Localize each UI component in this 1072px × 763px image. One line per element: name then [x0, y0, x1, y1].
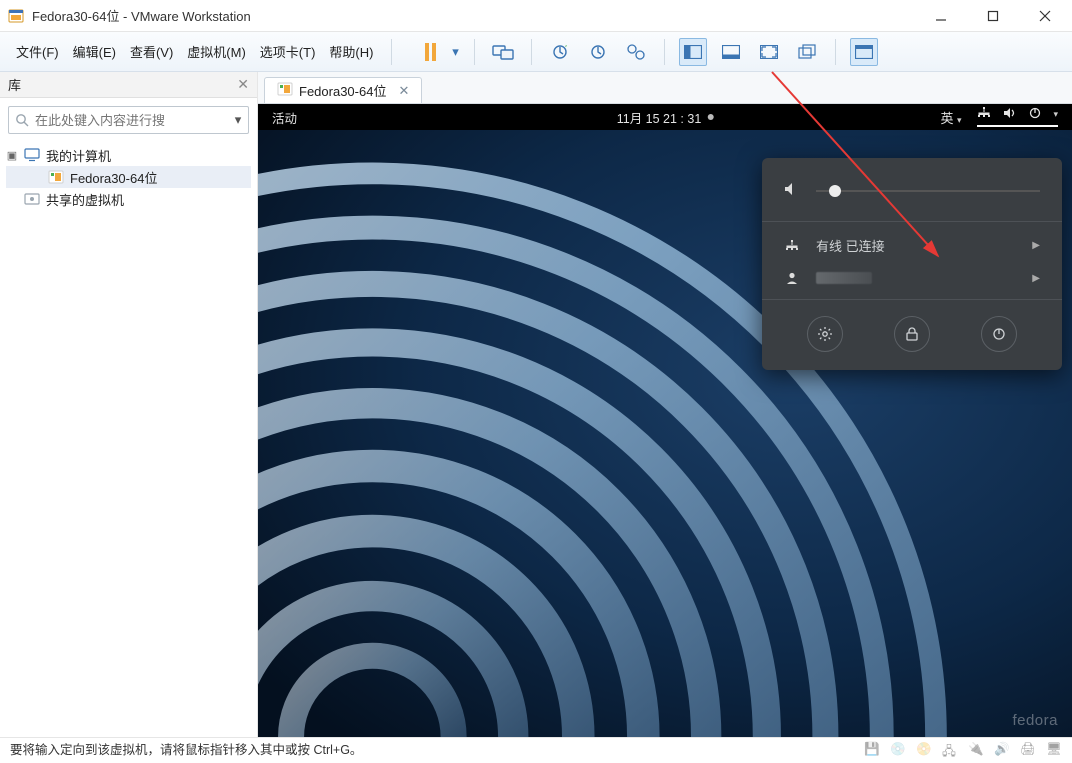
user-icon: [784, 271, 800, 285]
vm-icon: [48, 169, 64, 185]
volume-icon: [1003, 107, 1017, 122]
window-titlebar: Fedora30-64位 - VMware Workstation: [0, 0, 1072, 32]
power-dropdown[interactable]: ▾: [450, 44, 460, 60]
window-title: Fedora30-64位 - VMware Workstation: [32, 6, 926, 25]
menu-file[interactable]: 文件(F): [16, 42, 59, 61]
shared-icon: [24, 191, 40, 207]
snapshot-button[interactable]: [546, 38, 574, 66]
display-device-icon[interactable]: 🖥: [1046, 742, 1062, 756]
vm-tab-label: Fedora30-64位: [299, 81, 386, 100]
printer-icon[interactable]: 🖨: [1020, 742, 1036, 756]
computer-icon: [24, 147, 40, 163]
library-close-button[interactable]: ✕: [237, 76, 249, 93]
thumbnail-bar-button[interactable]: [717, 38, 745, 66]
app-icon: [8, 8, 24, 24]
clock[interactable]: 11月 15 21 : 31: [617, 108, 714, 127]
username-label: [816, 272, 872, 284]
network-label: 有线 已连接: [816, 236, 885, 255]
chevron-right-icon: ▶: [1032, 240, 1040, 251]
volume-slider[interactable]: [816, 190, 1040, 192]
statusbar: 要将输入定向到该虚拟机，请将鼠标指针移入其中或按 Ctrl+G。 💾 💿 📀 🖧…: [0, 737, 1072, 759]
network-row[interactable]: 有线 已连接 ▶: [762, 228, 1062, 263]
power-icon: [1029, 107, 1041, 122]
input-method-indicator[interactable]: 英 ▾: [940, 108, 961, 127]
tree-label: 共享的虚拟机: [46, 190, 124, 209]
pause-button[interactable]: [416, 38, 444, 66]
search-dropdown[interactable]: ▾: [228, 112, 248, 128]
activities-button[interactable]: 活动: [272, 108, 297, 127]
library-title: 库: [8, 75, 237, 94]
library-search[interactable]: ▾: [8, 106, 249, 134]
chevron-down-icon: ▾: [1053, 109, 1058, 120]
menu-vm[interactable]: 虚拟机(M): [187, 42, 246, 61]
fullscreen-button[interactable]: [755, 38, 783, 66]
vm-tab-fedora30[interactable]: Fedora30-64位 ✕: [264, 77, 422, 103]
send-ctrl-alt-del-button[interactable]: [489, 38, 517, 66]
menu-edit[interactable]: 编辑(E): [73, 42, 116, 61]
menu-view[interactable]: 查看(V): [130, 42, 173, 61]
stretch-guest-button[interactable]: [850, 38, 878, 66]
usb-icon[interactable]: 🔌: [968, 742, 984, 756]
toolbar: ▾: [416, 38, 878, 66]
tree-shared-vms[interactable]: 共享的虚拟机: [6, 188, 251, 210]
chevron-right-icon: ▶: [1032, 273, 1040, 284]
clock-text: 11月 15 21 : 31: [617, 108, 702, 127]
volume-icon: [784, 182, 800, 199]
show-library-button[interactable]: [679, 38, 707, 66]
vm-display[interactable]: 活动 11月 15 21 : 31 英 ▾ ▾: [258, 104, 1072, 737]
library-search-input[interactable]: [35, 113, 228, 128]
settings-button[interactable]: [807, 316, 843, 352]
tree-item-fedora30[interactable]: Fedora30-64位: [6, 166, 251, 188]
manage-snapshots-button[interactable]: [622, 38, 650, 66]
power-off-button[interactable]: [981, 316, 1017, 352]
vm-icon: [277, 82, 293, 99]
unity-button[interactable]: [793, 38, 821, 66]
tree-label: 我的计算机: [46, 146, 111, 165]
hdd-icon[interactable]: 💾: [864, 742, 880, 756]
gnome-topbar: 活动 11月 15 21 : 31 英 ▾ ▾: [258, 104, 1072, 130]
window-maximize-button[interactable]: [978, 4, 1008, 28]
network-icon: [977, 107, 991, 122]
system-menu-button[interactable]: ▾: [977, 107, 1058, 127]
sound-icon[interactable]: 🔊: [994, 742, 1010, 756]
status-hint: 要将输入定向到该虚拟机，请将鼠标指针移入其中或按 Ctrl+G。: [10, 739, 362, 758]
window-close-button[interactable]: [1030, 4, 1060, 28]
window-minimize-button[interactable]: [926, 4, 956, 28]
volume-slider-row: [762, 172, 1062, 215]
network-icon: [784, 240, 800, 252]
tree-label: Fedora30-64位: [70, 168, 157, 187]
search-icon: [9, 113, 35, 127]
fedora-watermark: fedora: [1012, 712, 1058, 729]
tree-my-computer[interactable]: ▣ 我的计算机: [6, 144, 251, 166]
lock-button[interactable]: [894, 316, 930, 352]
tabstrip: Fedora30-64位 ✕: [258, 72, 1072, 104]
tab-close-button[interactable]: ✕: [398, 83, 409, 99]
vm-desktop[interactable]: fedora 有线 已连接 ▶: [258, 130, 1072, 737]
cd-icon[interactable]: 💿: [890, 742, 906, 756]
menu-tabs[interactable]: 选项卡(T): [260, 42, 316, 61]
revert-snapshot-button[interactable]: [584, 38, 612, 66]
floppy-icon[interactable]: 📀: [916, 742, 932, 756]
system-menu-panel: 有线 已连接 ▶ ▶: [762, 158, 1062, 370]
menu-help[interactable]: 帮助(H): [329, 42, 373, 61]
nic-icon[interactable]: 🖧: [942, 742, 958, 756]
library-tree: ▣ 我的计算机 Fedora30-64位 共享的虚拟机: [0, 142, 257, 212]
user-row[interactable]: ▶: [762, 263, 1062, 293]
notification-dot-icon: [707, 114, 713, 120]
device-status-icons: 💾 💿 📀 🖧 🔌 🔊 🖨 🖥: [864, 742, 1062, 756]
menubar: 文件(F) 编辑(E) 查看(V) 虚拟机(M) 选项卡(T) 帮助(H) ▾: [0, 32, 1072, 72]
library-pane: 库 ✕ ▾ ▣ 我的计算机 Fedora30-64位: [0, 72, 258, 737]
